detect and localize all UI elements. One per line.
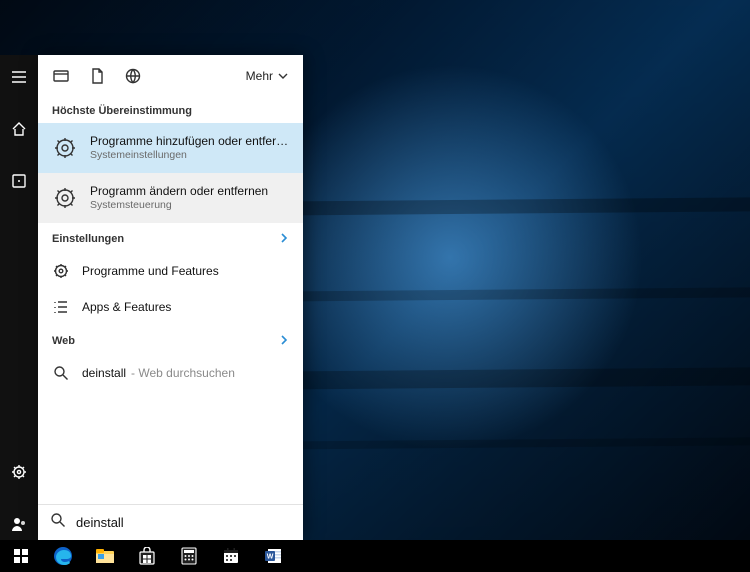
filter-apps-icon[interactable] <box>52 67 70 85</box>
taskbar-calculator-icon[interactable] <box>172 540 206 572</box>
start-sidebar <box>0 55 38 540</box>
gear-icon <box>52 185 78 211</box>
settings-gear-icon[interactable] <box>0 456 38 488</box>
taskbar-store-icon[interactable] <box>130 540 164 572</box>
chevron-right-icon <box>279 333 289 349</box>
home-icon[interactable] <box>0 113 38 145</box>
section-web[interactable]: Web <box>38 325 303 355</box>
filter-row: Mehr <box>38 55 303 97</box>
gear-icon <box>52 135 78 161</box>
result-subtitle: Systemsteuerung <box>90 199 268 212</box>
gear-icon <box>52 262 70 280</box>
taskbar-edge-icon[interactable] <box>46 540 80 572</box>
result-add-remove-programs[interactable]: Programme hinzufügen oder entfernen Syst… <box>38 123 303 173</box>
taskbar-calendar-icon[interactable] <box>214 540 248 572</box>
taskbar-file-explorer-icon[interactable] <box>88 540 122 572</box>
chevron-right-icon <box>279 231 289 247</box>
search-input[interactable] <box>76 515 291 530</box>
list-icon <box>52 298 70 316</box>
search-icon <box>50 512 66 533</box>
search-input-row <box>38 504 303 540</box>
result-title: Programme und Features <box>82 264 219 279</box>
result-subtitle: Systemeinstellungen <box>90 149 289 162</box>
taskbar: W <box>0 540 750 572</box>
clock-icon[interactable] <box>0 165 38 197</box>
hamburger-icon[interactable] <box>0 61 38 93</box>
result-title: Programme hinzufügen oder entfernen <box>90 134 289 149</box>
user-icon[interactable] <box>0 508 38 540</box>
search-icon <box>52 364 70 382</box>
web-hint: - Web durchsuchen <box>131 366 235 380</box>
result-title: Apps & Features <box>82 300 171 315</box>
filter-documents-icon[interactable] <box>88 67 106 85</box>
result-change-remove-program[interactable]: Programm ändern oder entfernen Systemste… <box>38 173 303 223</box>
result-web-search[interactable]: deinstall - Web durchsuchen <box>38 355 303 391</box>
section-settings[interactable]: Einstellungen <box>38 223 303 253</box>
result-apps-and-features[interactable]: Apps & Features <box>38 289 303 325</box>
start-button[interactable] <box>4 540 38 572</box>
search-results-panel: Mehr Höchste Übereinstimmung Programme h… <box>38 55 303 540</box>
more-filters-button[interactable]: Mehr <box>246 69 289 83</box>
taskbar-word-icon[interactable]: W <box>256 540 290 572</box>
section-best-match: Höchste Übereinstimmung <box>38 97 303 123</box>
chevron-down-icon <box>277 71 289 81</box>
more-label: Mehr <box>246 69 273 83</box>
result-programs-and-features[interactable]: Programme und Features <box>38 253 303 289</box>
result-title: Programm ändern oder entfernen <box>90 184 268 199</box>
web-query: deinstall <box>82 366 126 380</box>
svg-text:W: W <box>267 554 274 561</box>
filter-web-icon[interactable] <box>124 67 142 85</box>
